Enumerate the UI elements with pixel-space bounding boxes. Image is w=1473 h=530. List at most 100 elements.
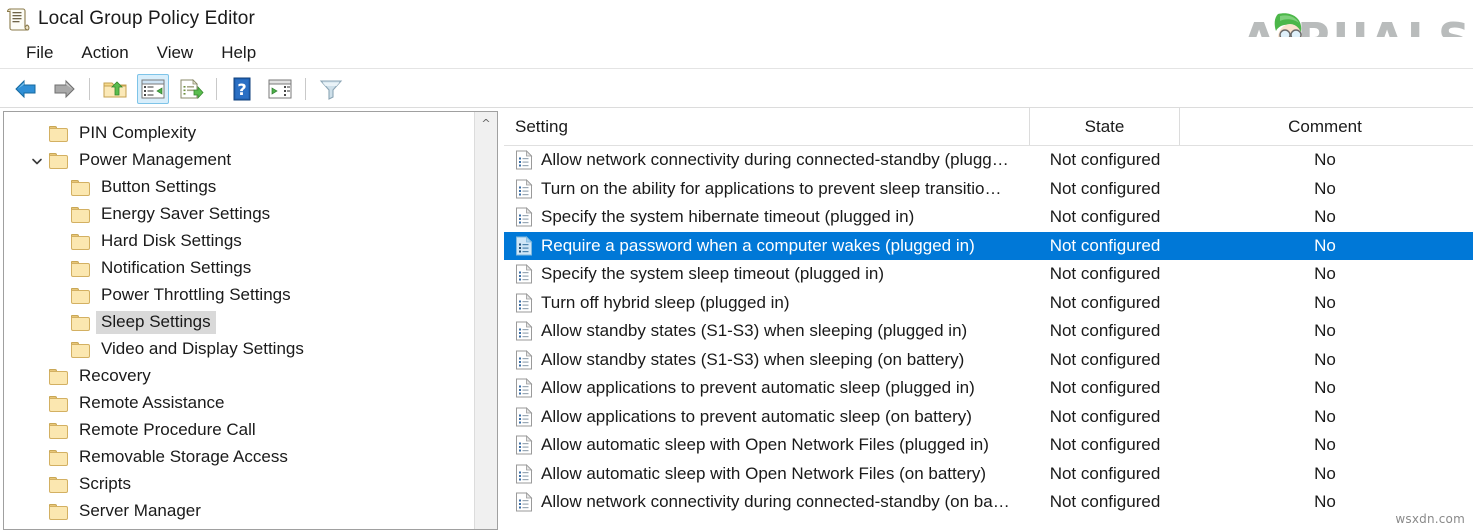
column-header-setting[interactable]: Setting [504, 108, 1030, 145]
setting-name-text: Specify the system hibernate timeout (pl… [541, 207, 914, 227]
tree-item-label: Hard Disk Settings [96, 230, 247, 253]
cell-comment: No [1180, 435, 1470, 455]
tree-item-recovery[interactable]: Recovery [4, 363, 474, 390]
tree-item-power-throttling-settings[interactable]: Power Throttling Settings [4, 282, 474, 309]
policy-setting-icon [515, 293, 533, 313]
table-row[interactable]: Allow applications to prevent automatic … [504, 403, 1473, 432]
folder-up-icon [102, 78, 128, 100]
cell-state: Not configured [1030, 207, 1180, 227]
setting-name-text: Allow automatic sleep with Open Network … [541, 464, 986, 484]
export-list-icon [178, 78, 204, 100]
up-one-level-button[interactable] [99, 74, 131, 104]
list-column-headers: Setting State Comment [504, 108, 1473, 146]
tree-item-pin-complexity[interactable]: PIN Complexity [4, 120, 474, 147]
policy-setting-icon [515, 407, 533, 427]
menu-item-action[interactable]: Action [67, 41, 142, 65]
tree-item-label: Button Settings [96, 176, 221, 199]
column-header-state[interactable]: State [1030, 108, 1180, 145]
cell-state: Not configured [1030, 321, 1180, 341]
filter-button[interactable] [315, 74, 347, 104]
tree-item-label: Sleep Settings [96, 311, 216, 334]
table-row[interactable]: Allow network connectivity during connec… [504, 146, 1473, 175]
table-row[interactable]: Turn on the ability for applications to … [504, 175, 1473, 204]
tree-item-energy-saver-settings[interactable]: Energy Saver Settings [4, 201, 474, 228]
cell-setting: Turn on the ability for applications to … [504, 179, 1030, 199]
forward-button[interactable] [48, 74, 80, 104]
menu-item-view[interactable]: View [143, 41, 208, 65]
policy-scroll-icon [5, 6, 31, 32]
policy-setting-icon [515, 264, 533, 284]
table-row[interactable]: Specify the system hibernate timeout (pl… [504, 203, 1473, 232]
table-row[interactable]: Allow automatic sleep with Open Network … [504, 431, 1473, 460]
table-row[interactable]: Allow network connectivity during connec… [504, 488, 1473, 517]
cell-setting: Require a password when a computer wakes… [504, 236, 1030, 256]
toolbar-separator [216, 78, 217, 100]
cell-comment: No [1180, 350, 1470, 370]
tree-item-label: Scripts [74, 473, 136, 496]
menu-item-help[interactable]: Help [207, 41, 270, 65]
policy-setting-icon [515, 179, 533, 199]
cell-comment: No [1180, 207, 1470, 227]
console-tree-panel: PIN ComplexityPower Management Button Set… [3, 111, 498, 530]
tree-vertical-scrollbar[interactable]: ^ [474, 112, 497, 529]
tree-item-notification-settings[interactable]: Notification Settings [4, 255, 474, 282]
tree-item-sleep-settings[interactable]: Sleep Settings [4, 309, 474, 336]
tree-item-video-and-display-settings[interactable]: Video and Display Settings [4, 336, 474, 363]
cell-setting: Specify the system sleep timeout (plugge… [504, 264, 1030, 284]
cell-setting: Allow standby states (S1-S3) when sleepi… [504, 350, 1030, 370]
show-hide-console-tree-button[interactable] [137, 74, 169, 104]
svg-text:?: ? [237, 80, 246, 99]
toolbar-separator [305, 78, 306, 100]
chevron-down-icon[interactable] [26, 150, 48, 172]
tree-item-label: Power Throttling Settings [96, 284, 296, 307]
cell-setting: Allow applications to prevent automatic … [504, 378, 1030, 398]
table-row[interactable]: Require a password when a computer wakes… [504, 232, 1473, 261]
tree-item-button-settings[interactable]: Button Settings [4, 174, 474, 201]
menu-item-file[interactable]: File [12, 41, 67, 65]
tree-item-hard-disk-settings[interactable]: Hard Disk Settings [4, 228, 474, 255]
tree-item-label: Power Management [74, 149, 236, 172]
table-row[interactable]: Allow automatic sleep with Open Network … [504, 460, 1473, 489]
folder-icon [48, 503, 70, 521]
tree-item-scripts[interactable]: Scripts [4, 471, 474, 498]
policy-setting-icon [515, 464, 533, 484]
table-row[interactable]: Allow standby states (S1-S3) when sleepi… [504, 346, 1473, 375]
tree-item-service-control-manager-settings[interactable]: Service Control Manager Settings [4, 525, 474, 530]
table-row[interactable]: Turn off hybrid sleep (plugged in)Not co… [504, 289, 1473, 318]
folder-icon [70, 206, 92, 224]
setting-name-text: Allow standby states (S1-S3) when sleepi… [541, 321, 967, 341]
chevron-up-icon[interactable]: ^ [475, 112, 497, 134]
back-button[interactable] [10, 74, 42, 104]
policy-setting-icon [515, 378, 533, 398]
export-list-button[interactable] [175, 74, 207, 104]
setting-name-text: Allow standby states (S1-S3) when sleepi… [541, 350, 964, 370]
table-row[interactable]: Allow applications to prevent automatic … [504, 374, 1473, 403]
policy-setting-icon [515, 321, 533, 341]
back-arrow-icon [13, 78, 39, 100]
table-row[interactable]: Allow standby states (S1-S3) when sleepi… [504, 317, 1473, 346]
folder-icon [70, 287, 92, 305]
policy-setting-icon [515, 435, 533, 455]
cell-setting: Allow automatic sleep with Open Network … [504, 464, 1030, 484]
cell-setting: Allow network connectivity during connec… [504, 492, 1030, 512]
folder-icon [48, 125, 70, 143]
tree-item-power-management[interactable]: Power Management [4, 147, 474, 174]
settings-list: Allow network connectivity during connec… [504, 146, 1473, 517]
show-hide-action-pane-button[interactable] [264, 74, 296, 104]
column-header-comment[interactable]: Comment [1180, 108, 1470, 145]
tree-item-remote-procedure-call[interactable]: Remote Procedure Call [4, 417, 474, 444]
tree-item-server-manager[interactable]: Server Manager [4, 498, 474, 525]
cell-comment: No [1180, 378, 1470, 398]
tree-item-remote-assistance[interactable]: Remote Assistance [4, 390, 474, 417]
cell-comment: No [1180, 407, 1470, 427]
title-bar: Local Group Policy Editor [0, 0, 1473, 37]
table-row[interactable]: Specify the system sleep timeout (plugge… [504, 260, 1473, 289]
cell-state: Not configured [1030, 236, 1180, 256]
setting-name-text: Turn off hybrid sleep (plugged in) [541, 293, 790, 313]
folder-icon [70, 233, 92, 251]
help-button[interactable]: ? [226, 74, 258, 104]
tree-item-removable-storage-access[interactable]: Removable Storage Access [4, 444, 474, 471]
folder-icon [48, 449, 70, 467]
folder-icon [48, 395, 70, 413]
folder-icon [48, 368, 70, 386]
